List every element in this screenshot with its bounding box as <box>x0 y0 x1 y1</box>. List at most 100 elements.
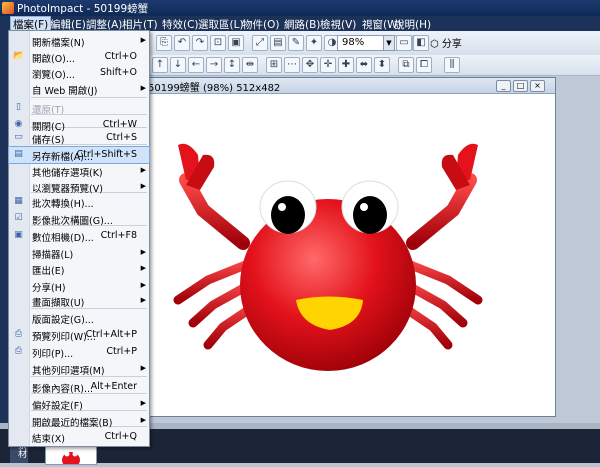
menu-view[interactable]: 檢視(V) <box>318 17 358 32</box>
file-menu-item[interactable]: 開新檔案(N) ▶ <box>9 33 149 49</box>
file-menu-item[interactable]: ▭ 儲存(S) Ctrl+S <box>9 130 149 146</box>
menu-item-label: 儲存(S) <box>32 135 65 146</box>
menu-separator <box>31 97 147 98</box>
file-menu-item[interactable]: 偏好設定(F) ▶ <box>9 396 149 412</box>
file-menu-item[interactable]: 其他列印選項(M) ▶ <box>9 361 149 377</box>
file-menu-item[interactable]: ▣ 數位相機(D)... Ctrl+F8 <box>9 228 149 244</box>
file-menu-item[interactable]: 結束(X) Ctrl+Q <box>9 429 149 445</box>
maximize-icon[interactable]: □ <box>513 80 528 92</box>
file-menu-item[interactable]: 開啟最近的檔案(B) ▶ <box>9 413 149 429</box>
image-icon[interactable]: ▤ <box>270 35 286 51</box>
share-button[interactable]: ⬡ 分享 <box>430 35 462 50</box>
menu-item-shortcut: Ctrl+S <box>106 132 137 143</box>
menu-item-label: 自 Web 開啟(J) <box>32 86 98 97</box>
split-icon[interactable]: ⫼ <box>444 57 460 73</box>
left-claw <box>178 143 250 250</box>
move-down-icon[interactable]: ✚ <box>338 57 354 73</box>
menu-item-label: 還原(T) <box>32 105 65 116</box>
fit-icon[interactable]: ▭ <box>396 35 412 51</box>
file-menu-item[interactable]: 瀏覽(O)... Shift+O <box>9 65 149 81</box>
align-bottom-icon[interactable]: ↓ <box>170 57 186 73</box>
submenu-arrow-icon: ▶ <box>140 166 146 174</box>
align-center-icon[interactable]: ↕ <box>224 57 240 73</box>
minimize-icon[interactable]: _ <box>496 80 511 92</box>
chevron-down-icon[interactable]: ▼ <box>383 36 394 50</box>
close-doc-icon: ◉ <box>14 119 23 129</box>
menu-web[interactable]: 網路(B) <box>282 17 322 32</box>
submenu-arrow-icon: ▶ <box>140 416 146 424</box>
scan-icon[interactable]: ▣ <box>228 35 244 51</box>
spread-icon[interactable]: ⋯ <box>284 57 300 73</box>
distribute-icon[interactable]: ⇹ <box>242 57 258 73</box>
menu-item-label: 結束(X) <box>32 434 65 445</box>
menu-bar: 檔案(F) 編輯(E) 調整(A) 相片(T) 特效(C) 選取區(L) 物件(O) 網路(B… <box>0 16 600 33</box>
effect-icon[interactable]: ✦ <box>306 35 322 51</box>
resize-icon[interactable]: ⤢ <box>252 35 268 51</box>
group-icon[interactable]: ⧉ <box>398 57 414 73</box>
print-preview-icon: ⎙ <box>14 329 23 339</box>
arrow-cross-icon[interactable]: ⬌ <box>356 57 372 73</box>
menu-item-label: 匯出(E) <box>32 266 65 277</box>
nudge-icon[interactable]: ⬍ <box>374 57 390 73</box>
file-menu-item[interactable]: 版面設定(G)... <box>9 310 149 326</box>
close-icon[interactable]: × <box>530 80 545 92</box>
image-window-title: 50199螃蟹 (98%) 512x482 <box>148 83 281 94</box>
open-folder-icon: 📂 <box>13 51 25 61</box>
submenu-arrow-icon: ▶ <box>140 84 146 92</box>
menu-item-label: 影像批次構圖(G)... <box>32 216 113 227</box>
menu-item-label: 其他列印選項(M) <box>32 366 105 377</box>
file-menu-item[interactable]: 畫面擷取(U) ▶ <box>9 293 149 309</box>
window-title: PhotoImpact - 50199螃蟹 <box>17 3 149 15</box>
file-menu-item[interactable]: 📂 開啟(O)... Ctrl+O <box>9 49 149 65</box>
crab-image <box>173 143 483 371</box>
menu-item-label: 數位相機(D)... <box>32 233 94 244</box>
copy-icon[interactable]: ⎘ <box>156 35 172 51</box>
file-menu-item[interactable]: 影像內容(R)... Alt+Enter <box>9 379 149 395</box>
new-file-icon <box>13 35 24 46</box>
arrange-icon[interactable]: ⊞ <box>266 57 282 73</box>
file-menu-item[interactable]: 掃描器(L) ▶ <box>9 245 149 261</box>
menu-help[interactable]: 說明(H) <box>392 17 433 32</box>
image-canvas[interactable] <box>148 95 508 408</box>
menu-item-label: 影像內容(R)... <box>32 384 94 395</box>
menu-item-shortcut: Ctrl+W <box>102 119 137 130</box>
align-top-icon[interactable]: ↑ <box>152 57 168 73</box>
menu-selection[interactable]: 選取區(L) <box>196 17 246 32</box>
file-menu-item[interactable]: ⎙ 列印(P)... Ctrl+P <box>9 344 149 360</box>
menu-item-label: 掃描器(L) <box>32 250 74 261</box>
move-up-icon[interactable]: ✛ <box>320 57 336 73</box>
menu-effect[interactable]: 特效(C) <box>160 17 201 32</box>
pen-icon[interactable]: ✎ <box>288 35 304 51</box>
menu-object[interactable]: 物件(O) <box>240 17 281 32</box>
menu-item-shortcut: Ctrl+Alt+P <box>85 329 137 340</box>
align-left-icon[interactable]: ← <box>188 57 204 73</box>
app-icon <box>2 2 14 14</box>
revert-icon: ▯ <box>16 102 21 112</box>
file-menu-item[interactable]: ▦ 批次轉換(H)... <box>9 194 149 210</box>
submenu-arrow-icon: ▶ <box>140 36 146 44</box>
submenu-arrow-icon: ▶ <box>140 182 146 190</box>
file-menu-item[interactable]: 以瀏覽器預覽(V) ▶ <box>9 179 149 195</box>
view-icon[interactable]: ◧ <box>413 35 429 51</box>
file-menu-item[interactable]: 自 Web 開啟(J) ▶ <box>9 81 149 97</box>
ungroup-icon[interactable]: ⧠ <box>416 57 432 73</box>
file-menu-item[interactable]: ⎙ 預覽列印(W)... Ctrl+Alt+P <box>9 327 149 343</box>
file-menu-item[interactable]: ☑ 影像批次構圖(G)... <box>9 211 149 227</box>
undo-icon[interactable]: ↶ <box>174 35 190 51</box>
file-menu-item: ▯ 還原(T) <box>9 100 149 116</box>
menu-item-label: 開新檔案(N) <box>32 38 85 49</box>
print-icon: ⎙ <box>14 346 23 356</box>
file-menu-item[interactable]: 匯出(E) ▶ <box>9 261 149 277</box>
menu-item-shortcut: Ctrl+P <box>106 346 137 357</box>
image-window-titlebar[interactable]: 50199螃蟹 (98%) 512x482 _ □ × <box>142 78 555 94</box>
zoom-select[interactable]: 98% ▼ <box>337 35 395 51</box>
move-icon[interactable]: ✥ <box>302 57 318 73</box>
attribute-toolbar: ↑ ↓ ← → ↕ ⇹ ⊞ ⋯ ✥ ✛ ✚ ⬌ ⬍ ⧉ ⧠ ⫼ <box>148 55 600 76</box>
image-window[interactable]: 50199螃蟹 (98%) 512x482 _ □ × <box>141 77 556 417</box>
file-menu-item[interactable]: 分享(H) ▶ <box>9 278 149 294</box>
redo-icon[interactable]: ↷ <box>192 35 208 51</box>
file-menu-item[interactable]: 其他儲存選項(K) ▶ <box>9 163 149 179</box>
file-menu-item[interactable]: ▤ 另存新檔(A)... Ctrl+Shift+S <box>8 146 150 164</box>
align-right-icon[interactable]: → <box>206 57 222 73</box>
crop-icon[interactable]: ⊡ <box>210 35 226 51</box>
